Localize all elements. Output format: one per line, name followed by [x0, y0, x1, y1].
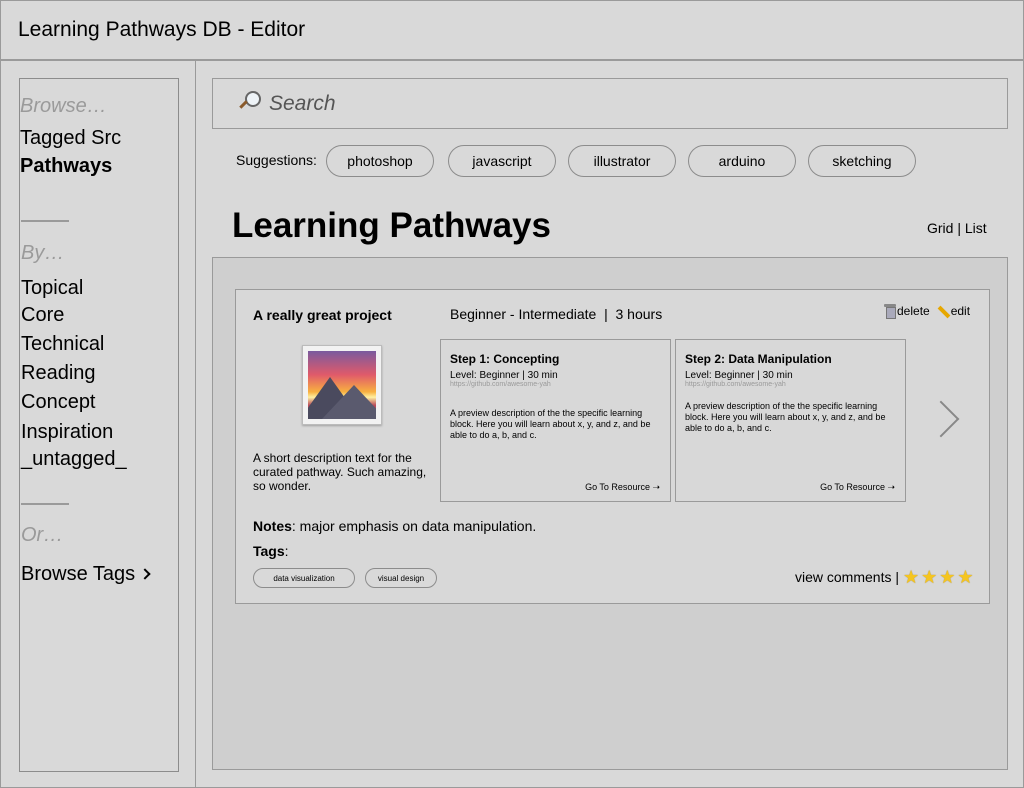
suggestion-chip-illustrator[interactable]: illustrator — [568, 145, 676, 177]
star-rating: ★ ★ ★ ★ — [903, 568, 974, 586]
step-title: Step 1: Concepting — [450, 352, 560, 366]
view-grid-button[interactable]: Grid — [927, 220, 953, 236]
sidebar-item-core[interactable]: Core — [21, 304, 64, 327]
card-description: A short description text for the curated… — [253, 451, 427, 493]
comments-rating: view comments | ★ ★ ★ ★ — [795, 568, 974, 586]
tags-heading: Tags: — [253, 543, 289, 559]
search-bar[interactable] — [212, 78, 1008, 129]
browse-tags-link[interactable]: Browse Tags — [21, 563, 151, 586]
step-level: Level: Beginner | 30 min — [685, 370, 793, 381]
sunrise-mountain-icon — [308, 351, 376, 419]
notes-label: Notes — [253, 518, 292, 534]
tag-chip-visual-design[interactable]: visual design — [365, 568, 437, 588]
window-title: Learning Pathways DB - Editor — [18, 18, 306, 41]
view-toggle: Grid | List — [927, 220, 987, 236]
card-title[interactable]: A really great project — [253, 307, 392, 323]
card-actions: delete edit — [884, 304, 970, 319]
pathway-thumbnail — [302, 345, 382, 425]
star-icon: ★ — [957, 567, 974, 587]
sidebar: Browse… Tagged Src Pathways By… Topical … — [19, 78, 179, 772]
view-separator: | — [957, 220, 961, 236]
suggestion-chip-photoshop[interactable]: photoshop — [326, 145, 434, 177]
title-bar: Learning Pathways DB - Editor — [0, 0, 1024, 61]
sidebar-item-reading[interactable]: Reading — [21, 362, 96, 385]
star-icon: ★ — [903, 567, 920, 587]
suggestion-chip-sketching[interactable]: sketching — [808, 145, 916, 177]
edit-button[interactable]: edit — [936, 304, 970, 318]
trash-icon — [884, 304, 896, 319]
delete-button[interactable]: delete — [884, 304, 930, 319]
tag-chip-data-visualization[interactable]: data visualization — [253, 568, 355, 588]
edit-label: edit — [950, 304, 971, 318]
sidebar-item-concept[interactable]: Concept — [21, 391, 96, 414]
step-url[interactable]: https://github.com/awesome-yah — [685, 381, 786, 388]
view-list-button[interactable]: List — [965, 220, 987, 236]
browse-tags-label: Browse Tags — [21, 563, 136, 585]
suggestion-chip-javascript[interactable]: javascript — [448, 145, 556, 177]
suggestion-chip-arduino[interactable]: arduino — [688, 145, 796, 177]
sidebar-item-technical[interactable]: Technical — [21, 333, 104, 356]
search-input[interactable] — [269, 89, 969, 119]
star-icon: ★ — [921, 567, 938, 587]
sidebar-item-topical[interactable]: Topical — [21, 277, 83, 300]
step-url[interactable]: https://github.com/awesome-yah — [450, 381, 551, 388]
star-icon: ★ — [939, 567, 956, 587]
sidebar-item-pathways[interactable]: Pathways — [20, 155, 112, 178]
magnifier-icon — [237, 91, 261, 113]
go-to-resource-link[interactable]: Go To Resource ➝ — [820, 482, 895, 493]
step-card[interactable]: Step 1: Concepting Level: Beginner | 30 … — [440, 339, 671, 502]
delete-label: delete — [897, 304, 930, 318]
tags-colon: : — [284, 543, 289, 559]
card-notes: Notes: major emphasis on data manipulati… — [253, 518, 536, 534]
or-hint: Or… — [21, 524, 64, 546]
browse-hint: Browse… — [20, 95, 107, 117]
step-card[interactable]: Step 2: Data Manipulation Level: Beginne… — [675, 339, 906, 502]
suggestions-label: Suggestions: — [236, 152, 317, 168]
view-comments-link[interactable]: view comments | — [795, 569, 899, 585]
sidebar-separator — [21, 220, 69, 222]
sidebar-item-tagged-src[interactable]: Tagged Src — [20, 127, 121, 150]
by-hint: By… — [21, 242, 65, 264]
notes-text: : major emphasis on data manipulation. — [291, 518, 537, 534]
step-description: A preview description of the the specifi… — [685, 401, 886, 433]
page-title: Learning Pathways — [232, 206, 551, 245]
chevron-right-icon — [139, 568, 151, 580]
tags-label: Tags — [253, 543, 285, 559]
step-level: Level: Beginner | 30 min — [450, 370, 558, 381]
sidebar-item-inspiration[interactable]: Inspiration — [21, 421, 113, 444]
pencil-icon — [936, 304, 950, 318]
card-meta: Beginner - Intermediate | 3 hours — [450, 306, 663, 322]
sidebar-separator — [21, 503, 69, 505]
go-to-resource-link[interactable]: Go To Resource ➝ — [585, 482, 660, 493]
step-description: A preview description of the the specifi… — [450, 408, 651, 440]
sidebar-item-untagged[interactable]: _untagged_ — [21, 448, 127, 471]
step-title: Step 2: Data Manipulation — [685, 352, 832, 366]
